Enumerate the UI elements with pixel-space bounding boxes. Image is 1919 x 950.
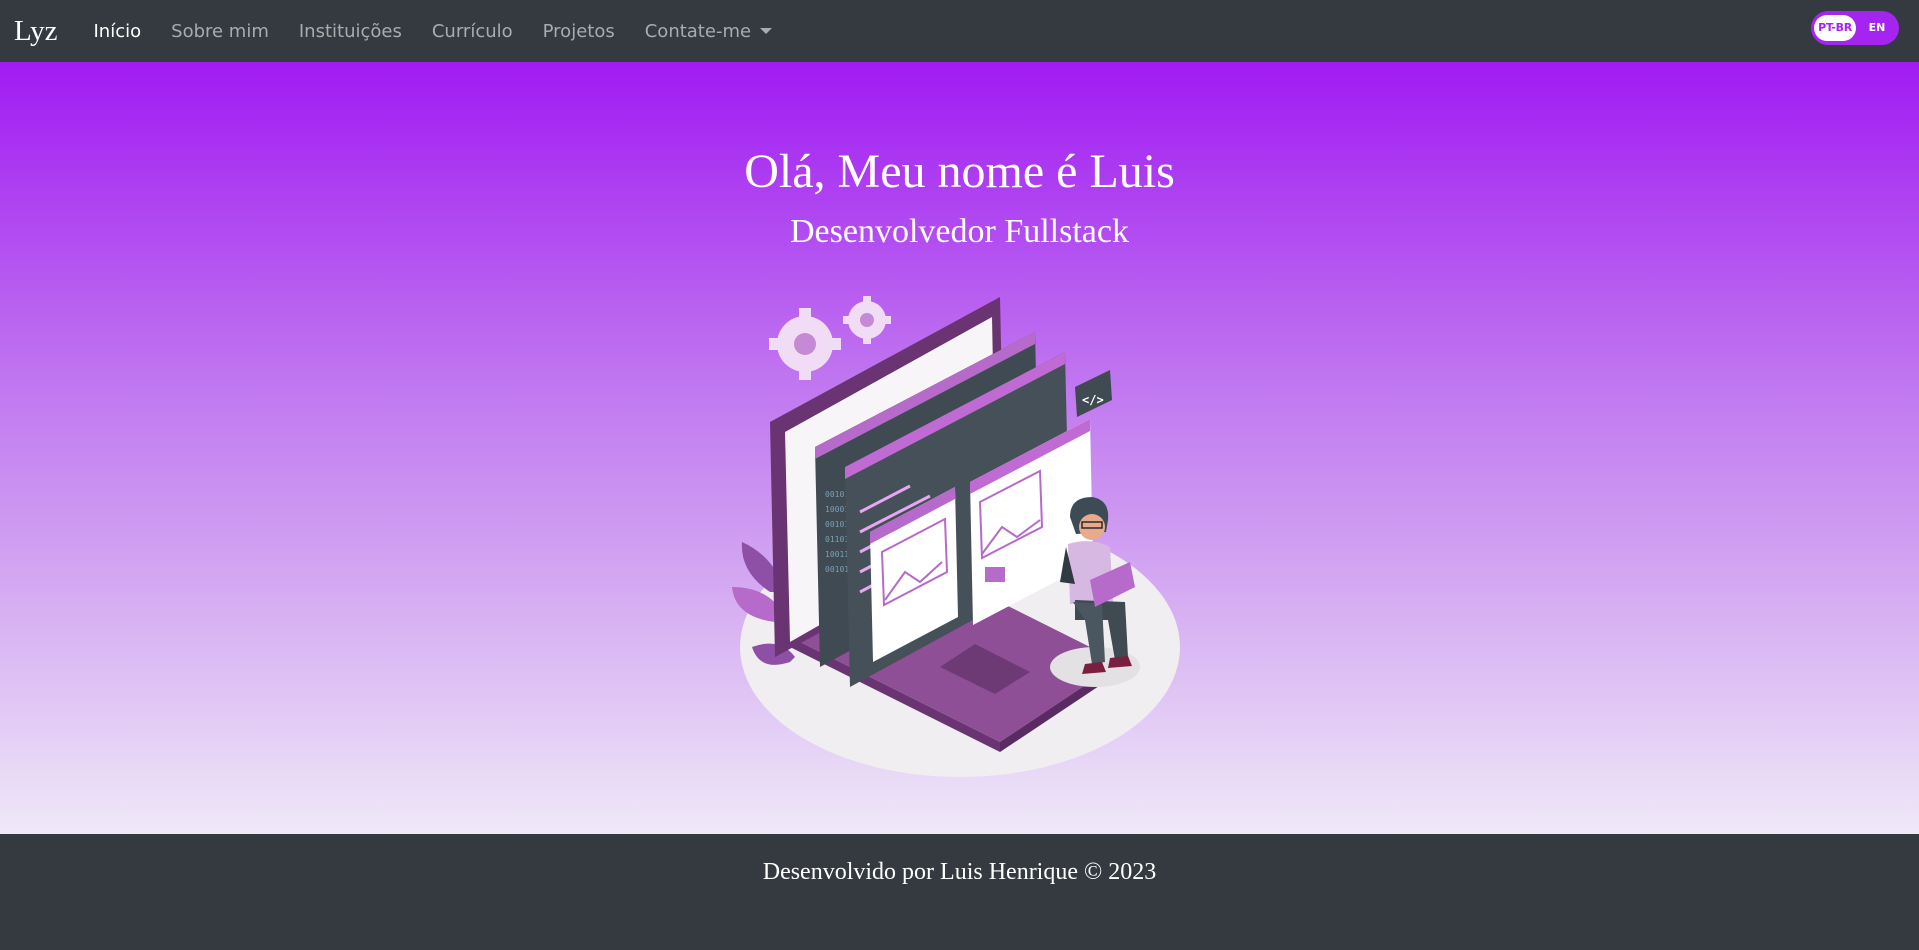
code-badge-icon: </> <box>1075 370 1112 417</box>
language-option-en[interactable]: EN <box>1857 15 1897 41</box>
svg-text:01101: 01101 <box>825 535 849 544</box>
hero-subtitle: Desenvolvedor Fullstack <box>790 213 1129 250</box>
svg-text:10011: 10011 <box>825 550 849 559</box>
nav-item-contate-me-dropdown[interactable]: Contate-me <box>644 20 773 42</box>
navbar: Lyz Início Sobre mim Instituições Curríc… <box>0 0 1919 62</box>
svg-text:00101: 00101 <box>825 520 849 529</box>
hero-section: Olá, Meu nome é Luis Desenvolvedor Fulls… <box>0 62 1919 834</box>
nav-item-contate-me-label: Contate-me <box>644 20 752 42</box>
language-toggle[interactable]: PT-BR EN <box>1811 11 1899 45</box>
caret-down-icon <box>760 28 773 34</box>
developer-illustration: 00101 10001 00101 01101 10011 00101 </> <box>732 296 1180 777</box>
small-gear-icon <box>843 296 891 344</box>
footer-copyright: Desenvolvido por Luis Henrique © 2023 <box>762 859 1157 885</box>
nav-item-curriculo[interactable]: Currículo <box>432 21 513 42</box>
footer: Desenvolvido por Luis Henrique © 2023 <box>0 834 1919 950</box>
svg-text:</>: </> <box>1082 393 1104 407</box>
hero-title: Olá, Meu nome é Luis <box>744 145 1175 198</box>
nav-item-projetos[interactable]: Projetos <box>543 21 615 42</box>
nav-item-instituicoes[interactable]: Instituições <box>299 21 402 42</box>
brand-logo[interactable]: Lyz <box>14 15 58 48</box>
language-option-pt-br[interactable]: PT-BR <box>1814 15 1856 41</box>
svg-text:10001: 10001 <box>825 505 849 514</box>
nav-item-sobre-mim[interactable]: Sobre mim <box>171 21 269 42</box>
gear-icon <box>769 308 841 380</box>
svg-text:00101: 00101 <box>825 565 849 574</box>
nav-item-inicio[interactable]: Início <box>94 21 142 42</box>
